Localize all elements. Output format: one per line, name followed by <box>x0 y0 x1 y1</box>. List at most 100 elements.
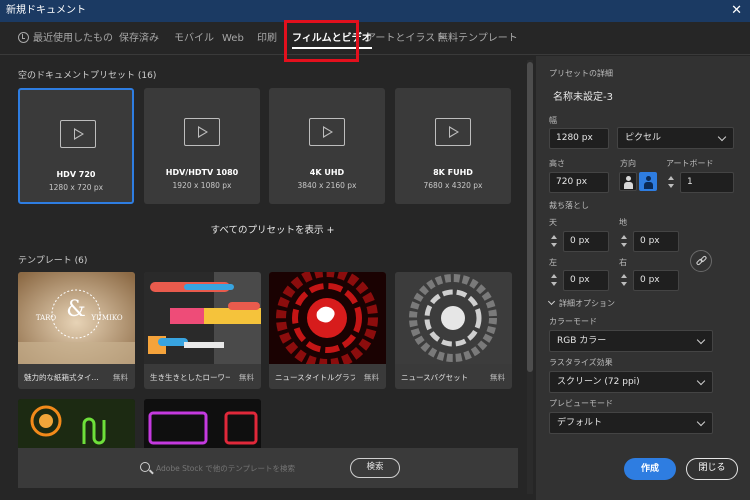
template-thumbnail: & TARO YUMIKO <box>18 272 135 364</box>
bleed-right-input[interactable]: 0 px <box>633 270 679 291</box>
free-badge: 無料 <box>239 373 254 382</box>
bleed-bottom-input[interactable]: 0 px <box>633 231 679 252</box>
template-title: ニュースバグセット <box>401 373 469 382</box>
tab-recent[interactable]: 最近使用したもの <box>18 22 113 55</box>
preset-name: HDV/HDTV 1080 <box>165 168 239 177</box>
bleed-bottom-stepper[interactable] <box>619 231 631 252</box>
tab-mobile[interactable]: モバイル <box>174 22 214 55</box>
raster-effects-dropdown[interactable]: スクリーン (72 ppi) <box>549 371 713 393</box>
preset-card-4k[interactable]: 4K UHD 3840 x 2160 px <box>269 88 385 204</box>
bleed-top-stepper[interactable] <box>549 231 561 252</box>
window-title: 新規ドキュメント <box>6 5 86 16</box>
bleed-top-label: 天 <box>549 218 557 227</box>
tab-web[interactable]: Web <box>222 22 244 55</box>
tab-saved[interactable]: 保存済み <box>119 22 159 55</box>
document-name-field[interactable]: 名称未設定-3 <box>553 88 613 103</box>
free-badge: 無料 <box>490 373 505 382</box>
raster-effects-label: ラスタライズ効果 <box>549 358 613 367</box>
unit-dropdown[interactable]: ピクセル <box>617 127 734 149</box>
search-button[interactable]: 検索 <box>350 458 400 478</box>
tab-label: Web <box>222 33 244 44</box>
preview-mode-label: プレビューモード <box>549 399 613 408</box>
template-card-news-title[interactable]: ニュースタイトルグラフィ... 無料 <box>269 272 386 389</box>
person-icon <box>646 176 651 181</box>
template-title: ニュースタイトルグラフィ... <box>275 373 355 382</box>
tab-label: 保存済み <box>119 33 159 44</box>
video-icon <box>60 120 96 148</box>
bleed-left-label: 左 <box>549 258 557 267</box>
bleed-right-stepper[interactable] <box>619 270 631 291</box>
person-icon <box>626 176 631 181</box>
preset-card-hdv720[interactable]: HDV 720 1280 x 720 px <box>18 88 134 204</box>
template-title: 生き生きとしたローワー... <box>150 373 230 382</box>
tab-label: モバイル <box>174 33 214 44</box>
chevron-down-icon <box>696 417 706 427</box>
down-arrow-icon <box>551 282 557 286</box>
search-icon <box>140 462 150 472</box>
presets-title: 空のドキュメントプリセット (16) <box>18 71 157 81</box>
color-mode-label: カラーモード <box>549 317 597 326</box>
free-badge: 無料 <box>364 373 379 382</box>
height-input[interactable]: 720 px <box>549 172 609 193</box>
create-button[interactable]: 作成 <box>624 458 676 480</box>
preset-size: 1280 x 720 px <box>48 183 104 192</box>
portrait-orientation-button[interactable] <box>619 172 637 191</box>
preset-size: 1920 x 1080 px <box>172 181 232 190</box>
bleed-bottom-label: 地 <box>619 218 627 227</box>
bleed-left-stepper[interactable] <box>549 270 561 291</box>
templates-title: テンプレート (6) <box>18 256 88 266</box>
link-bleed-icon[interactable] <box>690 250 712 272</box>
up-arrow-icon <box>668 176 674 180</box>
tab-free-templates[interactable]: 無料テンプレート <box>438 22 518 55</box>
tab-art-illustration[interactable]: アートとイラスト <box>366 22 445 55</box>
template-card-neon-orange[interactable] <box>18 399 135 449</box>
advanced-options-toggle[interactable]: 詳細オプション <box>559 298 615 309</box>
bleed-top-input[interactable]: 0 px <box>563 231 609 252</box>
clock-icon <box>18 32 29 43</box>
stock-search-input[interactable] <box>156 460 341 476</box>
template-card-lower-third[interactable]: 生き生きとしたローワー... 無料 <box>144 272 261 389</box>
down-arrow-icon <box>551 243 557 247</box>
artboard-label: アートボード <box>666 159 714 168</box>
template-card-news-bug[interactable]: ニュースバグセット 無料 <box>395 272 512 389</box>
tab-label: 無料テンプレート <box>438 33 518 44</box>
tab-print[interactable]: 印刷 <box>257 22 277 55</box>
category-tab-bar: 最近使用したもの 保存済み モバイル Web 印刷 フィルムとビデオ アートとイ… <box>0 22 750 55</box>
tab-label: アートとイラスト <box>366 33 446 44</box>
name-left-text: TARO <box>36 314 57 322</box>
width-input[interactable]: 1280 px <box>549 128 609 149</box>
bleed-left-input[interactable]: 0 px <box>563 270 609 291</box>
up-arrow-icon <box>551 274 557 278</box>
scrollbar-thumb[interactable] <box>527 62 533 372</box>
template-thumbnail <box>395 272 512 364</box>
orientation-label: 方向 <box>620 159 636 168</box>
down-arrow-icon <box>668 184 674 188</box>
artboard-stepper[interactable] <box>666 172 678 193</box>
video-icon <box>309 118 345 146</box>
height-label: 高さ <box>549 159 565 168</box>
stock-search-bar: 検索 <box>18 448 518 488</box>
window-title-bar: 新規ドキュメント ✕ <box>0 0 750 22</box>
preset-details-title: プリセットの詳細 <box>549 69 613 78</box>
video-icon <box>184 118 220 146</box>
chevron-down-icon <box>717 132 727 142</box>
template-card-neon-pink[interactable] <box>144 399 261 449</box>
preview-mode-dropdown[interactable]: デフォルト <box>549 412 713 434</box>
template-thumbnail <box>144 399 261 449</box>
preset-size: 7680 x 4320 px <box>423 181 483 190</box>
artboard-input[interactable]: 1 <box>680 172 734 193</box>
width-label: 幅 <box>549 116 557 125</box>
preset-name: 4K UHD <box>309 168 345 177</box>
color-mode-dropdown[interactable]: RGB カラー <box>549 330 713 352</box>
preset-card-8k[interactable]: 8K FUHD 7680 x 4320 px <box>395 88 511 204</box>
landscape-orientation-button[interactable] <box>639 172 657 191</box>
preset-size: 3840 x 2160 px <box>297 181 357 190</box>
template-thumbnail <box>18 399 135 449</box>
show-all-presets-link[interactable]: すべてのプリセットを表示 + <box>0 222 545 236</box>
close-button[interactable]: 閉じる <box>686 458 738 480</box>
unit-value: ピクセル <box>625 133 662 143</box>
name-right-text: YUMIKO <box>90 314 122 322</box>
close-icon[interactable]: ✕ <box>731 0 742 22</box>
template-card-wedding[interactable]: & TARO YUMIKO 魅力的な紙箱式タイ... 無料 <box>18 272 135 389</box>
preset-card-hdtv1080[interactable]: HDV/HDTV 1080 1920 x 1080 px <box>144 88 260 204</box>
